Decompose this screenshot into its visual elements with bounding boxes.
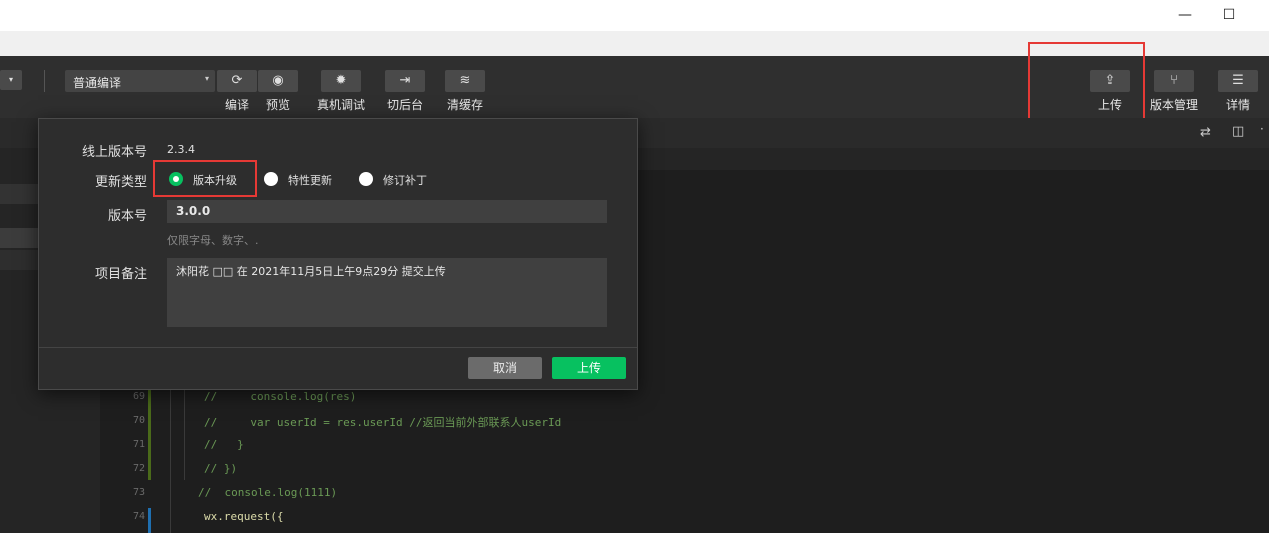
menu-icon: ☰ [1232,73,1244,88]
branch-icon: ⑂ [1170,73,1178,88]
version-management-button[interactable]: ⑂ [1154,70,1194,92]
code-line: // console.log(res) [204,390,357,403]
code-line: wx.request({ [204,510,284,523]
maximize-button[interactable]: ☐ [1214,4,1244,26]
clear-cache-button[interactable]: ≋ [445,70,485,92]
explorer-row[interactable] [0,228,40,248]
split-view-icon[interactable]: ◫ [1232,124,1244,139]
explorer-row[interactable] [0,184,40,204]
clear-cache-label: 清缓存 [446,98,483,112]
minimize-button[interactable]: — [1170,4,1200,26]
upload-dialog: 线上版本号 2.3.4 更新类型 版本升级 特性更新 修订补丁 版本号 3.0.… [38,118,638,390]
line-number: 73 [132,487,145,498]
line-number: 74 [132,511,145,522]
caret-down-icon: ▾ [204,74,209,83]
line-number: 72 [132,463,145,474]
switch-background-icon: ⇥ [399,73,411,88]
eye-icon: ◉ [272,73,284,88]
radio-feature-update[interactable] [264,172,278,186]
version-management-label: 版本管理 [1149,98,1198,112]
compile-mode-value: 普通编译 [73,76,122,90]
remote-debug-label: 真机调试 [316,98,365,112]
code-line: // console.log(1111) [198,486,338,499]
line-number: 71 [132,439,145,450]
details-button[interactable]: ☰ [1218,70,1258,92]
git-change-marker [148,388,151,480]
radio-patch[interactable] [359,172,373,186]
update-type-label: 更新类型 [94,175,147,190]
preview-label: 预览 [265,98,290,112]
compile-label: 编译 [224,98,249,112]
line-number: 70 [132,415,145,426]
update-type-highlight-box [153,160,257,197]
more-icon[interactable]: · [1260,122,1264,136]
layers-icon: ≋ [459,73,471,88]
remark-label: 项目备注 [94,267,147,282]
code-line: // }) [204,462,238,475]
line-number: 69 [132,391,145,402]
caret-down-icon: ▾ [8,75,13,84]
code-line: // var userId = res.userId //返回当前外部联系人us… [204,416,562,429]
git-change-marker [148,508,151,533]
background-label: 切后台 [386,98,423,112]
code-line: // } [204,438,244,451]
dropdown-button[interactable]: ▾ [0,70,22,90]
refresh-icon: ⟳ [231,73,243,88]
radio-patch-label[interactable]: 修订补丁 [383,172,427,188]
online-version-value: 2.3.4 [167,143,195,156]
compare-icon[interactable]: ⇄ [1200,125,1211,140]
compile-mode-select[interactable]: 普通编译 ▾ [65,70,215,92]
preview-button[interactable]: ◉ [258,70,298,92]
version-input[interactable]: 3.0.0 [167,200,607,223]
indent-guide [184,388,185,480]
version-label: 版本号 [107,209,147,224]
cancel-button[interactable]: 取消 [468,357,542,379]
title-bar: — ☐ [0,0,1269,31]
toolbar-divider [44,70,45,92]
upload-button[interactable]: 上传 [552,357,626,379]
bug-icon: ✹ [335,73,347,88]
details-label: 详情 [1225,98,1250,112]
indent-guide [170,388,171,533]
explorer-row[interactable] [0,250,40,270]
online-version-label: 线上版本号 [81,145,147,160]
version-hint: 仅限字母、数字、. [167,234,259,247]
remark-textarea[interactable]: 沐阳花 □□ 在 2021年11月5日上午9点29分 提交上传 [167,258,607,327]
background-button[interactable]: ⇥ [385,70,425,92]
compile-button[interactable]: ⟳ [217,70,257,92]
radio-feature-update-label[interactable]: 特性更新 [288,172,332,188]
dialog-divider [39,347,637,348]
remote-debug-button[interactable]: ✹ [321,70,361,92]
